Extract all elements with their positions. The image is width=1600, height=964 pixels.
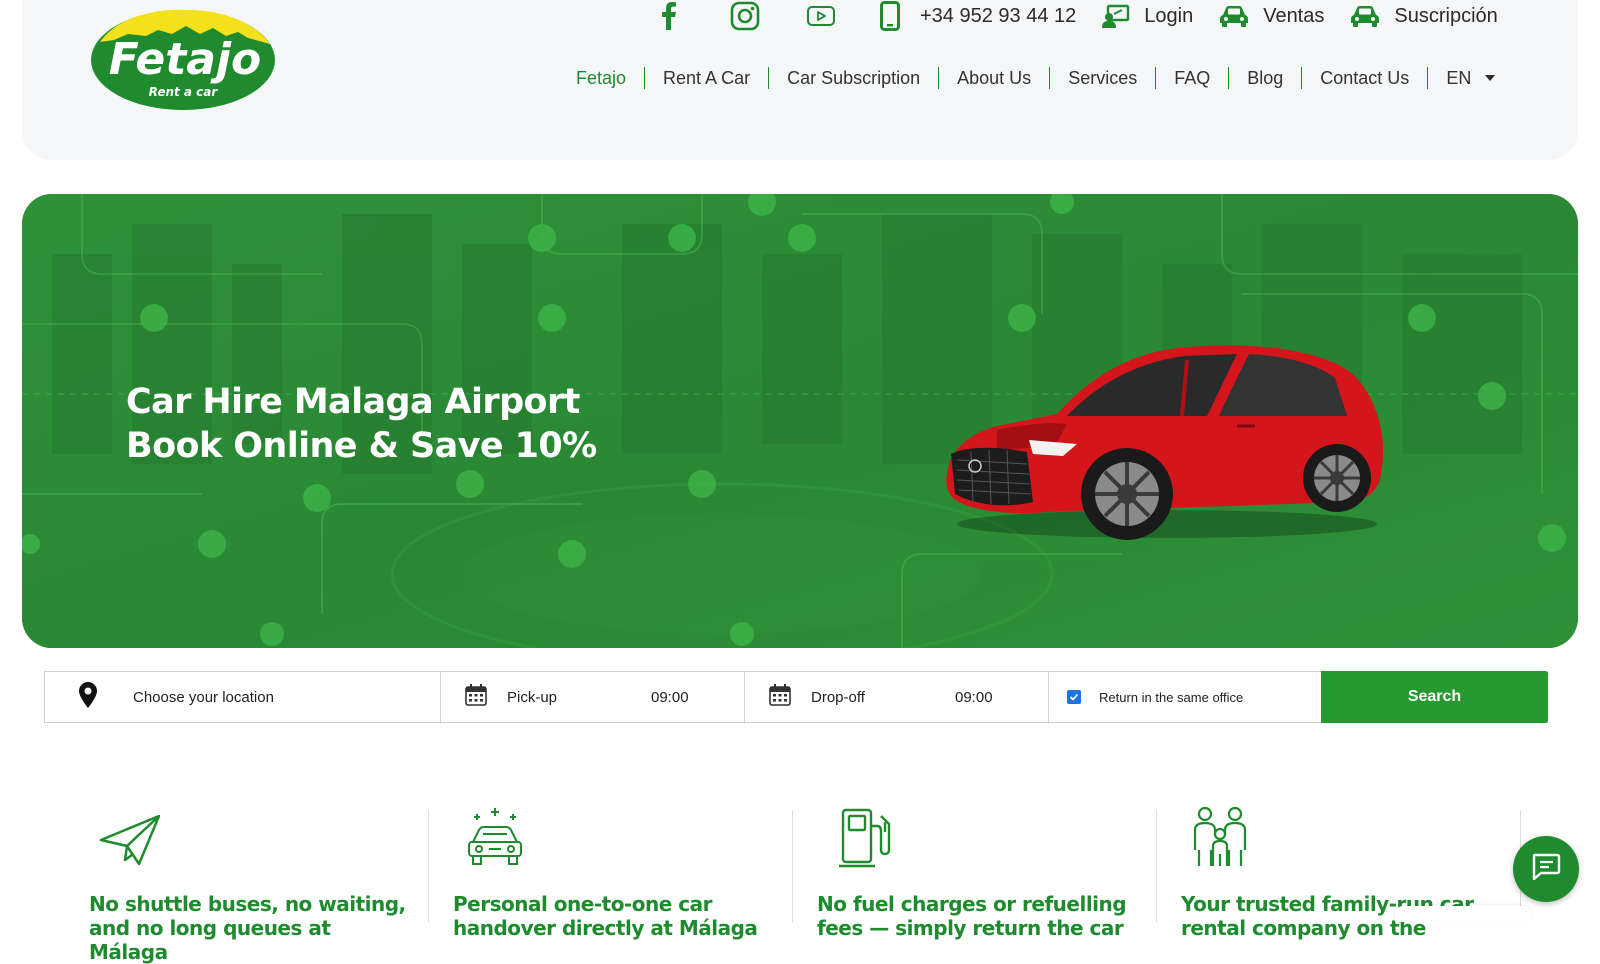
dropoff-field[interactable]: Drop-off 09:00 (745, 672, 1049, 722)
red-suv-image (946, 345, 1384, 540)
location-field[interactable]: Choose your location (45, 672, 441, 722)
chat-bubble-icon (1531, 853, 1561, 886)
fetajo-logo[interactable]: Fetajo Rent a car (88, 4, 278, 112)
facebook-icon[interactable] (652, 0, 686, 32)
fuel-pump-icon (837, 806, 891, 872)
ventas-link[interactable]: Ventas (1219, 5, 1324, 28)
mobile-phone-icon (880, 1, 900, 31)
feature-title: No fuel charges or refuelling fees — sim… (817, 892, 1127, 940)
nav-services[interactable]: Services (1049, 67, 1155, 89)
nav-contact-us[interactable]: Contact Us (1301, 67, 1427, 89)
hero-title-line-1: Car Hire Malaga Airport (126, 382, 580, 422)
language-selector[interactable]: EN (1427, 67, 1513, 89)
calendar-icon (465, 684, 487, 710)
feature-item: No fuel charges or refuelling fees — sim… (817, 806, 1157, 940)
chat-button[interactable] (1513, 836, 1579, 902)
overlay-tab (1395, 906, 1531, 922)
feature-item: Personal one-to-one car handover directl… (453, 806, 793, 940)
instagram-icon[interactable] (728, 0, 762, 32)
paper-plane-icon (99, 814, 161, 880)
svg-text:Fetajo: Fetajo (109, 34, 262, 85)
features-row: No shuttle buses, no waiting, and no lon… (89, 806, 1529, 964)
return-same-office-option[interactable]: Return in the same office (1049, 672, 1321, 722)
svg-text:Rent a car: Rent a car (149, 85, 219, 99)
nav-fetajo[interactable]: Fetajo (566, 67, 644, 89)
nav-car-subscription[interactable]: Car Subscription (768, 67, 938, 89)
hero-title: Car Hire Malaga Airport Book Online & Sa… (126, 380, 597, 468)
feature-item: No shuttle buses, no waiting, and no lon… (89, 806, 429, 964)
phone-link[interactable]: +34 952 93 44 12 (880, 1, 1076, 31)
family-icon (1191, 806, 1249, 872)
pickup-time[interactable]: 09:00 (651, 689, 689, 706)
suscripcion-label: Suscripción (1394, 4, 1498, 27)
nav-rent-a-car[interactable]: Rent A Car (644, 67, 768, 89)
dropoff-label: Drop-off (811, 688, 865, 706)
main-nav: Fetajo Rent A Car Car Subscription About… (566, 63, 1513, 93)
feature-title: No shuttle buses, no waiting, and no lon… (89, 892, 406, 964)
suscripcion-link[interactable]: Suscripción (1350, 4, 1498, 28)
chevron-down-icon (1485, 75, 1496, 81)
hero-title-line-2: Book Online & Save 10% (126, 426, 597, 466)
youtube-icon[interactable] (804, 0, 838, 32)
calendar-icon (769, 684, 791, 710)
login-user-icon (1102, 4, 1130, 28)
ventas-label: Ventas (1263, 4, 1325, 27)
hero-banner: Car Hire Malaga Airport Book Online & Sa… (22, 194, 1578, 648)
car-handover-icon (465, 806, 525, 872)
feature-title: Personal one-to-one car handover directl… (453, 892, 758, 940)
nav-about-us[interactable]: About Us (938, 67, 1049, 89)
nav-blog[interactable]: Blog (1228, 67, 1301, 89)
booking-search-bar: Choose your location Pick-up 09:00 Drop-… (44, 671, 1548, 723)
nav-faq[interactable]: FAQ (1155, 67, 1228, 89)
site-header: Fetajo Rent a car +34 952 93 44 12 Login (22, 0, 1578, 160)
login-link[interactable]: Login (1102, 4, 1193, 28)
return-same-office-label: Return in the same office (1099, 689, 1244, 705)
pickup-field[interactable]: Pick-up 09:00 (441, 672, 745, 722)
phone-number: +34 952 93 44 12 (920, 4, 1077, 27)
location-pin-icon (79, 682, 97, 712)
car-front-icon (1350, 5, 1380, 27)
search-button[interactable]: Search (1321, 671, 1548, 723)
pickup-label: Pick-up (507, 688, 558, 706)
car-icon (1219, 5, 1249, 27)
return-same-office-checkbox[interactable] (1067, 690, 1081, 704)
language-label: EN (1446, 68, 1472, 88)
top-utility-bar: +34 952 93 44 12 Login Ventas Suscripció… (652, 0, 1524, 32)
login-label: Login (1144, 4, 1194, 27)
location-placeholder: Choose your location (133, 688, 274, 706)
dropoff-time[interactable]: 09:00 (955, 689, 993, 706)
